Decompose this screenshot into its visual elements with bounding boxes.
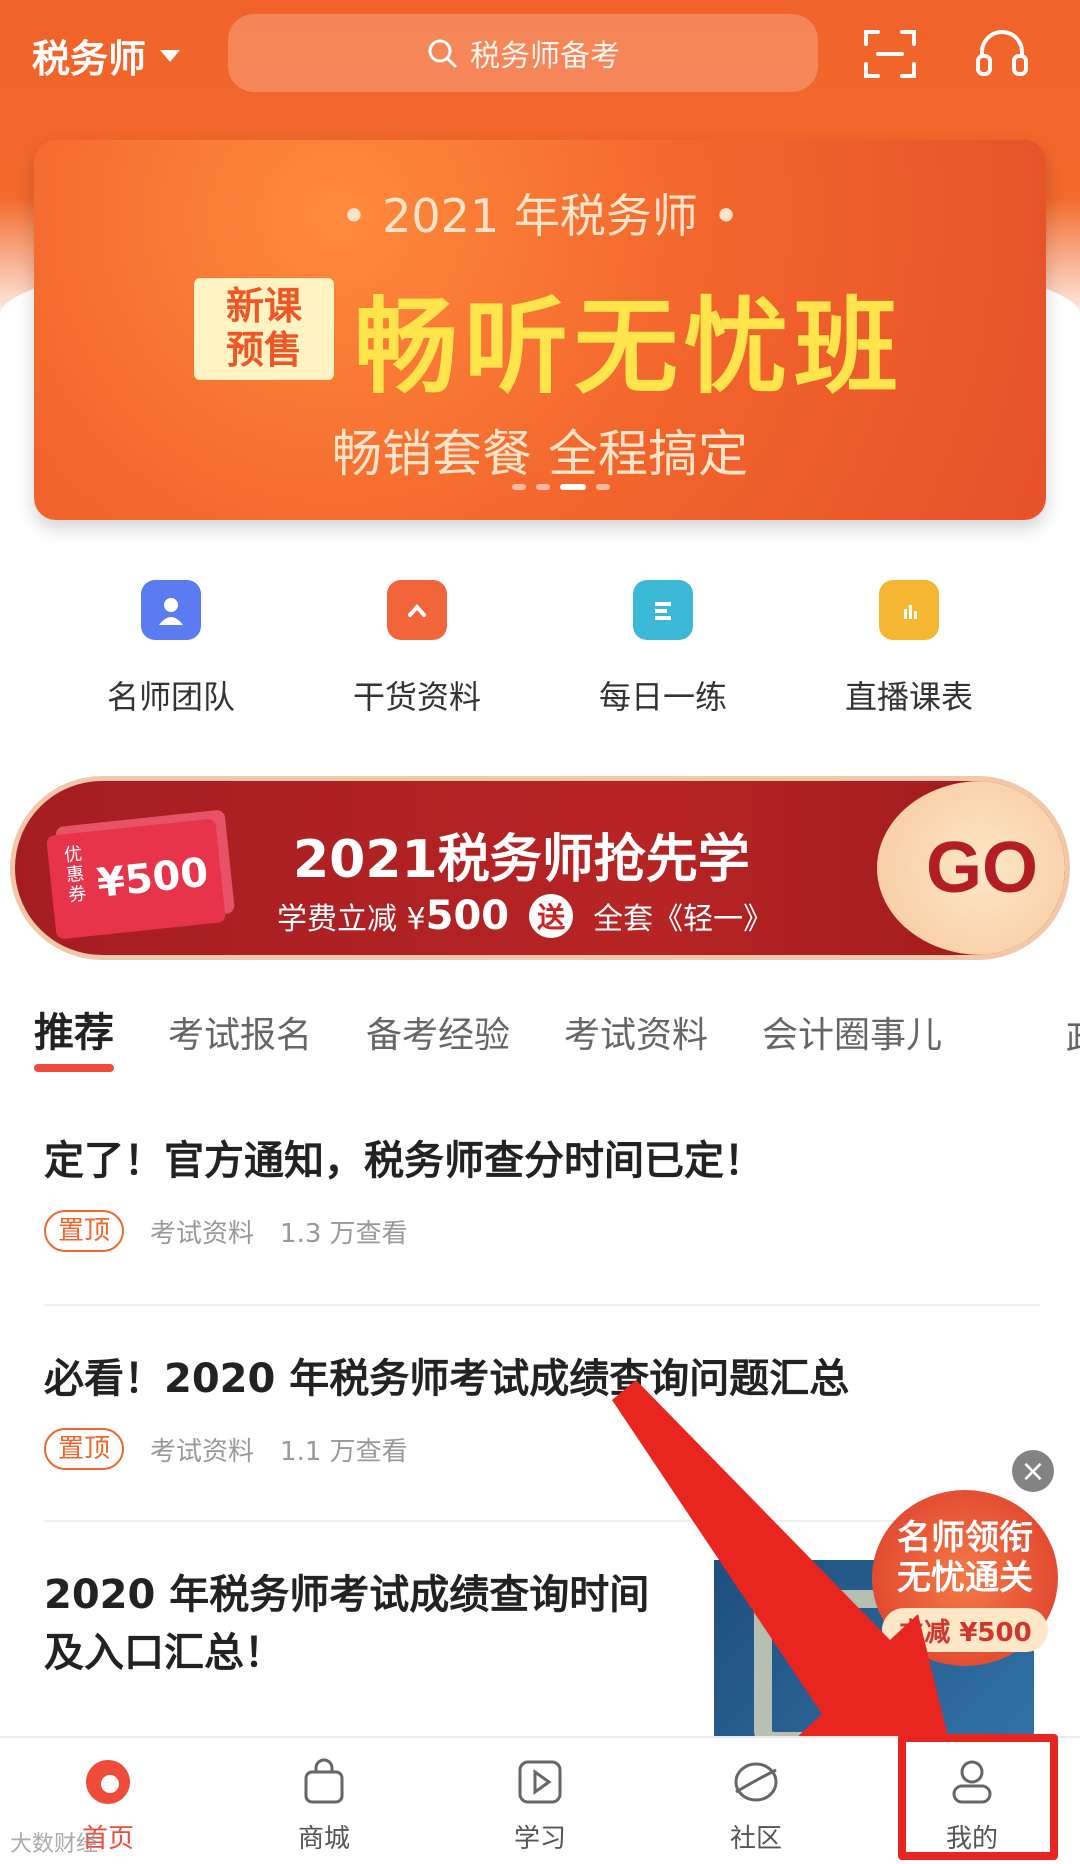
badge-line-2: 预售 <box>225 328 302 372</box>
customer-service-icon[interactable] <box>972 24 1032 84</box>
search-icon <box>428 39 457 68</box>
carousel-dot <box>536 484 550 490</box>
search-input[interactable]: 税务师备考 <box>228 14 818 92</box>
badge-line-1: 新课 <box>225 284 302 328</box>
exam-selector[interactable]: 税务师 <box>32 28 181 83</box>
article-title-line-2: 及入口汇总！ <box>44 1630 284 1676</box>
article-category: 考试资料 <box>150 1218 255 1249</box>
carousel-indicator <box>512 484 610 490</box>
article-item[interactable]: 必看！2020 年税务师考试成绩查询问题汇总 置顶 考试资料 1.1 万查看 <box>44 1350 1040 1470</box>
tab-experience[interactable]: 备考经验 <box>366 1006 510 1068</box>
float-ad-line-1: 名师领衔 <box>897 1518 1033 1558</box>
nav-shop[interactable]: 商城 <box>216 1738 432 1864</box>
banner-subtitle: • 2021 年税务师 • <box>340 189 740 243</box>
home-icon <box>86 1760 130 1804</box>
play-icon <box>518 1760 562 1804</box>
article-views: 1.1 万查看 <box>280 1436 408 1467</box>
quick-entry-label: 干货资料 <box>352 678 481 716</box>
article-category: 考试资料 <box>150 1436 255 1467</box>
carousel-dot <box>512 484 526 490</box>
article-item[interactable]: 2020 年税务师考试成绩查询时间 及入口汇总！ <box>44 1566 684 1682</box>
annotation-highlight-box <box>898 1734 1058 1860</box>
teacher-icon <box>141 580 201 640</box>
hero-banner[interactable]: • 2021 年税务师 • 新课 预售 畅听无忧班 畅销套餐 全程搞定 <box>34 140 1046 520</box>
pinned-badge: 置顶 <box>44 1428 125 1470</box>
promo-sub-suffix: 全套《轻一》 <box>593 902 774 937</box>
quick-entry-live-schedule[interactable]: 直播课表 <box>809 580 1009 718</box>
coupon-graphic: 优惠券 ¥500 <box>46 818 226 940</box>
float-ad-text: 名师领衔 无忧通关 <box>880 1518 1050 1598</box>
quick-entry-label: 直播课表 <box>844 678 973 716</box>
quick-entry-teachers[interactable]: 名师团队 <box>71 580 271 718</box>
article-views: 1.3 万查看 <box>280 1218 408 1249</box>
nav-label: 社区 <box>729 1824 782 1854</box>
search-placeholder: 税务师备考 <box>470 39 620 74</box>
tv-icon <box>879 580 939 640</box>
floating-ad[interactable]: 名师领衔 无忧通关 立减 ¥500 <box>872 1490 1058 1666</box>
tab-registration[interactable]: 考试报名 <box>168 1006 312 1068</box>
nav-community[interactable]: 社区 <box>648 1738 864 1864</box>
new-course-badge: 新课 预售 <box>194 278 334 380</box>
article-meta: 置顶 考试资料 1.1 万查看 <box>44 1428 1040 1470</box>
article-title: 必看！2020 年税务师考试成绩查询问题汇总 <box>44 1356 850 1402</box>
shop-bag-icon <box>304 1758 344 1804</box>
nav-study[interactable]: 学习 <box>432 1738 648 1864</box>
coupon-value: ¥500 <box>94 849 211 907</box>
promo-banner[interactable]: 优惠券 ¥500 2021税务师抢先学 学费立减 ¥500 送 全套《轻一》 G… <box>10 776 1070 960</box>
nav-label: 学习 <box>513 1824 566 1854</box>
nav-label: 商城 <box>297 1824 350 1854</box>
article-title-line-1: 2020 年税务师考试成绩查询时间 <box>44 1572 650 1618</box>
watermark: 大数财经 <box>10 1832 99 1857</box>
tab-policy[interactable]: 政 <box>1066 1010 1080 1072</box>
article-title: 定了！官方通知，税务师查分时间已定！ <box>44 1138 764 1184</box>
float-ad-offer: 立减 ¥500 <box>882 1608 1048 1652</box>
calendar-icon <box>633 580 693 640</box>
category-tabs: 推荐 考试报名 备考经验 考试资料 会计圈事儿 <box>34 1000 942 1072</box>
tab-materials[interactable]: 考试资料 <box>564 1006 708 1068</box>
banner-tagline: 畅销套餐 全程搞定 <box>332 425 748 483</box>
promo-title: 2021税务师抢先学 <box>293 830 750 890</box>
float-ad-line-2: 无忧通关 <box>897 1558 1033 1598</box>
article-item[interactable]: 定了！官方通知，税务师查分时间已定！ 置顶 考试资料 1.3 万查看 <box>44 1132 1040 1252</box>
promo-subtitle: 学费立减 ¥500 送 全套《轻一》 <box>277 893 773 939</box>
quick-entry-materials[interactable]: 干货资料 <box>317 580 517 718</box>
folder-icon <box>387 580 447 640</box>
quick-entry-label: 名师团队 <box>106 678 235 716</box>
quick-entry-label: 每日一练 <box>598 678 727 716</box>
exam-selector-label: 税务师 <box>32 37 147 81</box>
close-icon[interactable]: × <box>1012 1450 1054 1492</box>
quick-entry-daily-practice[interactable]: 每日一练 <box>563 580 763 718</box>
top-bar: 税务师 税务师备考 <box>0 0 1080 110</box>
pinned-badge: 置顶 <box>44 1210 125 1252</box>
divider <box>44 1304 1040 1306</box>
coupon-tag: 优惠券 <box>63 843 88 907</box>
go-button[interactable]: GO <box>877 781 1065 955</box>
promo-sub-prefix: 学费立减 ¥ <box>277 902 426 937</box>
gift-badge: 送 <box>529 894 574 938</box>
tab-recommended[interactable]: 推荐 <box>34 1000 114 1072</box>
promo-sub-amount: 500 <box>425 893 510 939</box>
scan-icon[interactable] <box>860 24 920 84</box>
article-meta: 置顶 考试资料 1.3 万查看 <box>44 1210 1040 1252</box>
chevron-down-icon <box>160 49 181 62</box>
quick-entries: 名师团队 干货资料 每日一练 直播课表 <box>0 580 1080 718</box>
tab-accounting-circle[interactable]: 会计圈事儿 <box>762 1006 942 1068</box>
community-icon <box>734 1762 778 1802</box>
carousel-dot <box>596 484 610 490</box>
carousel-dot-active <box>560 484 586 490</box>
banner-title: 畅听无忧班 <box>354 286 905 408</box>
